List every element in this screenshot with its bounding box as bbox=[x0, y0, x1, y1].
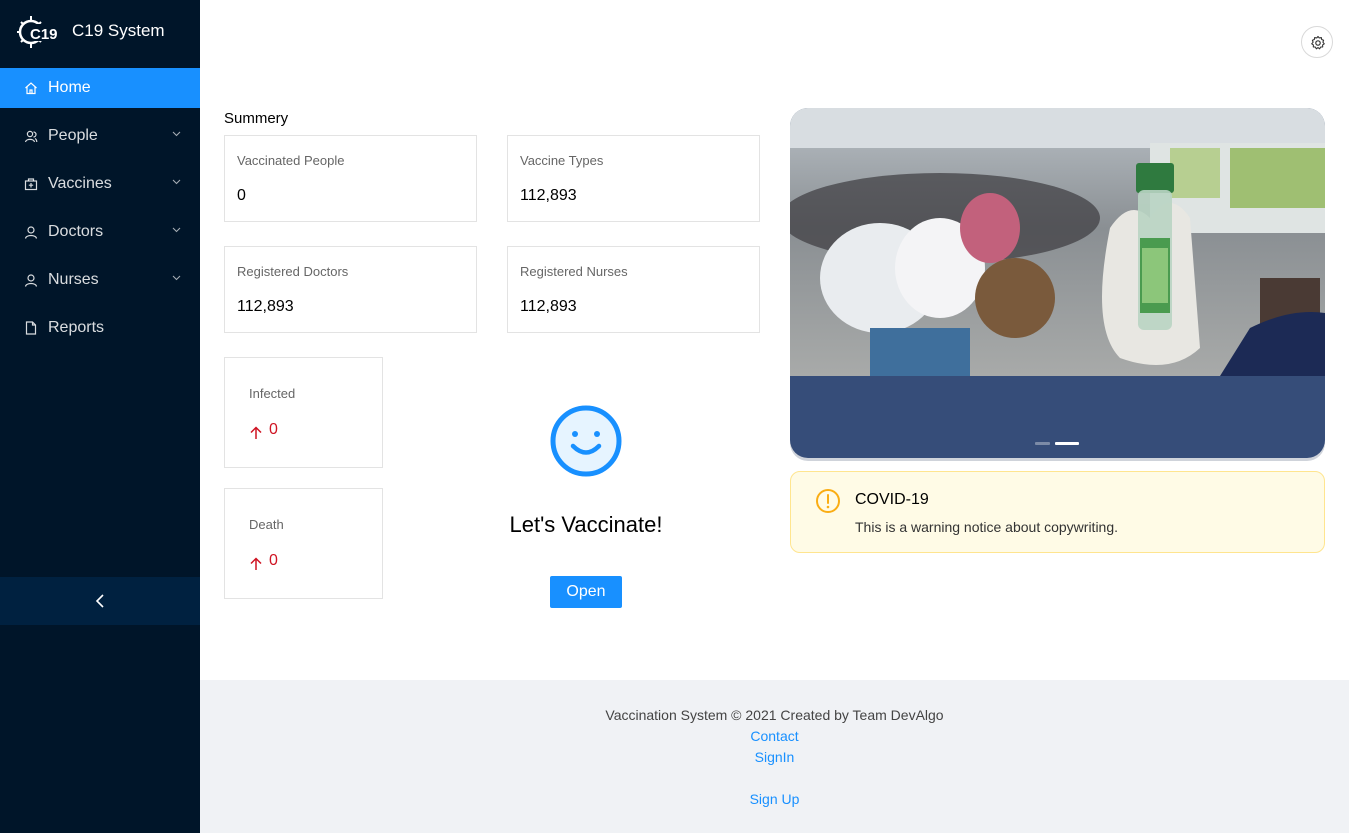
stat-label: Death bbox=[249, 517, 284, 532]
summary-title: Summery bbox=[224, 110, 289, 127]
sidebar-collapse-button[interactable] bbox=[0, 577, 200, 625]
sidebar-item-doctors[interactable]: Doctors bbox=[0, 212, 200, 252]
stat-card-death: Death 0 bbox=[224, 488, 383, 599]
sidebar-item-label: Vaccines bbox=[48, 175, 112, 192]
home-icon bbox=[25, 82, 37, 95]
sidebar-item-label: People bbox=[48, 127, 98, 144]
sidebar-item-nurses[interactable]: Nurses bbox=[0, 260, 200, 300]
exclamation-circle-icon bbox=[816, 489, 840, 513]
contact-link[interactable]: Contact bbox=[750, 728, 798, 744]
c19-logo: C19 bbox=[17, 16, 58, 48]
people-icon bbox=[24, 130, 38, 143]
user-icon bbox=[24, 226, 38, 239]
vaccine-photo bbox=[790, 108, 1325, 376]
carousel-dot-2[interactable] bbox=[1055, 442, 1079, 445]
svg-text:C19: C19 bbox=[30, 26, 58, 43]
stat-card-vaccinated-people: Vaccinated People 0 bbox=[224, 135, 477, 222]
sidebar-item-reports[interactable]: Reports bbox=[0, 308, 200, 348]
footer: Vaccination System © 2021 Created by Tea… bbox=[200, 680, 1349, 833]
stat-label: Vaccinated People bbox=[237, 153, 345, 168]
alert-title: COVID-19 bbox=[855, 491, 929, 508]
sidebar-item-home[interactable]: Home bbox=[0, 68, 200, 108]
gear-icon bbox=[1311, 35, 1325, 50]
chevron-down-icon bbox=[172, 131, 181, 137]
app-title: C19 System bbox=[72, 21, 165, 40]
footer-copyright: Vaccination System © 2021 Created by Tea… bbox=[605, 707, 944, 723]
stat-label: Registered Nurses bbox=[520, 264, 628, 279]
chevron-left-icon bbox=[95, 594, 104, 608]
brand[interactable]: C19 C19 System bbox=[0, 0, 200, 62]
vaccine-box-icon bbox=[24, 178, 38, 191]
sidebar: C19 C19 System Home People Vaccines Doct… bbox=[0, 0, 200, 833]
stat-label: Registered Doctors bbox=[237, 264, 349, 279]
alert-description: This is a warning notice about copywriti… bbox=[855, 519, 1119, 535]
stat-value: 112,893 bbox=[520, 298, 577, 315]
stat-card-vaccine-types: Vaccine Types 112,893 bbox=[507, 135, 760, 222]
stat-value: 0 bbox=[269, 421, 278, 438]
arrow-up-icon bbox=[250, 426, 262, 439]
sidebar-item-vaccines[interactable]: Vaccines bbox=[0, 164, 200, 204]
signup-link[interactable]: Sign Up bbox=[750, 791, 800, 807]
carousel-dot-1[interactable] bbox=[1035, 442, 1050, 445]
stat-value: 0 bbox=[237, 187, 246, 204]
stat-card-registered-nurses: Registered Nurses 112,893 bbox=[507, 246, 760, 333]
stat-value: 0 bbox=[269, 552, 278, 569]
sidebar-item-label: Nurses bbox=[48, 271, 99, 288]
open-button[interactable]: Open bbox=[550, 576, 622, 608]
stat-value: 112,893 bbox=[237, 298, 294, 315]
stat-card-registered-doctors: Registered Doctors 112,893 bbox=[224, 246, 477, 333]
sidebar-item-label: Home bbox=[48, 79, 91, 96]
warning-alert: COVID-19 This is a warning notice about … bbox=[790, 471, 1325, 553]
chevron-down-icon bbox=[172, 227, 181, 233]
signin-link[interactable]: SignIn bbox=[755, 749, 795, 765]
sidebar-item-label: Reports bbox=[48, 319, 105, 336]
chevron-down-icon bbox=[172, 275, 181, 281]
sidebar-item-label: Doctors bbox=[48, 223, 104, 240]
image-carousel[interactable] bbox=[790, 108, 1325, 458]
file-icon bbox=[25, 321, 37, 335]
sidebar-item-people[interactable]: People bbox=[0, 116, 200, 156]
settings-button[interactable] bbox=[1301, 26, 1333, 58]
promo-text: Let's Vaccinate! bbox=[509, 512, 663, 537]
stat-card-infected: Infected 0 bbox=[224, 357, 383, 468]
chevron-down-icon bbox=[172, 179, 181, 185]
user-icon bbox=[24, 274, 38, 287]
stat-value: 112,893 bbox=[520, 187, 577, 204]
stat-label: Vaccine Types bbox=[520, 153, 604, 168]
smile-icon bbox=[550, 405, 622, 477]
stat-label: Infected bbox=[249, 386, 296, 401]
arrow-up-icon bbox=[250, 557, 262, 570]
